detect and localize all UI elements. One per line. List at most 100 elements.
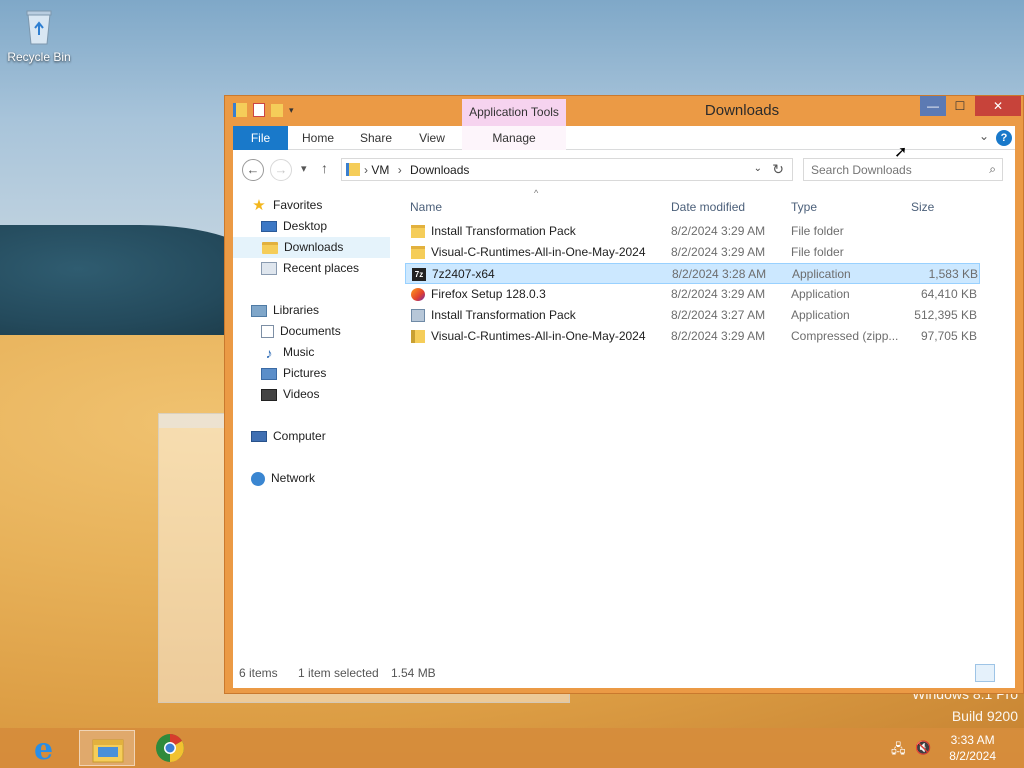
tab-manage[interactable]: Manage bbox=[462, 126, 566, 150]
desktop-hill bbox=[0, 225, 260, 335]
expand-ribbon-icon[interactable]: ⌄ bbox=[979, 129, 989, 143]
sidebar-item-label: Recent places bbox=[283, 261, 360, 275]
zip-icon bbox=[411, 330, 425, 343]
back-button[interactable]: ← bbox=[242, 159, 264, 181]
column-header-size[interactable]: Size bbox=[911, 200, 934, 220]
sort-ascending-icon: ^ bbox=[534, 188, 539, 198]
close-button[interactable]: ✕ bbox=[975, 96, 1021, 116]
file-type: Compressed (zipp... bbox=[791, 329, 899, 343]
up-button[interactable]: ↑ bbox=[321, 160, 328, 176]
sidebar-item-label: Desktop bbox=[283, 219, 328, 233]
star-icon: ★ bbox=[252, 196, 266, 214]
sidebar-item-label: Documents bbox=[280, 324, 341, 338]
sidebar-item-network[interactable]: Network bbox=[251, 468, 315, 489]
file-row-selected[interactable]: 7z 7z2407-x64 8/2/2024 3:28 AM Applicati… bbox=[405, 263, 980, 284]
file-row[interactable]: Install Transformation Pack 8/2/2024 3:2… bbox=[405, 305, 980, 326]
file-type: Application bbox=[792, 267, 851, 281]
file-name: 7z2407-x64 bbox=[432, 267, 495, 281]
file-type: Application bbox=[791, 287, 850, 301]
forward-button[interactable]: → bbox=[270, 159, 292, 181]
selection-count: 1 item selected bbox=[298, 666, 379, 680]
tab-file[interactable]: File bbox=[233, 126, 288, 150]
file-type: File folder bbox=[791, 245, 844, 259]
file-size: 97,705 KB bbox=[920, 329, 977, 343]
refresh-icon[interactable]: ↻ bbox=[772, 161, 784, 178]
location-icon bbox=[346, 163, 360, 176]
sidebar-item-downloads[interactable]: Downloads bbox=[233, 237, 390, 258]
mouse-cursor-icon: ➚ bbox=[894, 144, 908, 161]
large-icons-view-icon[interactable] bbox=[995, 664, 1015, 682]
file-row[interactable]: Visual-C-Runtimes-All-in-One-May-2024 8/… bbox=[405, 242, 980, 263]
chrome-icon[interactable] bbox=[142, 730, 198, 766]
sidebar-item-music[interactable]: ♪ Music bbox=[261, 342, 315, 363]
file-explorer-icon[interactable] bbox=[79, 730, 135, 766]
sidebar-favorites-label: Favorites bbox=[273, 198, 323, 212]
file-row[interactable]: Visual-C-Runtimes-All-in-One-May-2024 8/… bbox=[405, 326, 980, 347]
tab-view[interactable]: View bbox=[407, 126, 457, 150]
file-name: Visual-C-Runtimes-All-in-One-May-2024 bbox=[431, 329, 646, 343]
libraries-icon bbox=[251, 304, 267, 317]
sidebar-item-label: Downloads bbox=[284, 240, 344, 254]
file-row[interactable]: Firefox Setup 128.0.3 8/2/2024 3:29 AM A… bbox=[405, 284, 980, 305]
recent-places-icon bbox=[261, 262, 277, 275]
recent-locations-icon[interactable]: ▾ bbox=[301, 162, 307, 175]
column-label: Name bbox=[410, 200, 443, 214]
tab-share[interactable]: Share bbox=[351, 126, 401, 150]
sidebar-item-label: Network bbox=[271, 471, 316, 485]
explorer-content: ★ Favorites Desktop Downloads Recent pla… bbox=[233, 188, 1015, 688]
column-header-date[interactable]: Date modified bbox=[671, 200, 745, 220]
details-view-icon[interactable] bbox=[975, 664, 995, 682]
recycle-bin[interactable]: Recycle Bin bbox=[6, 6, 72, 64]
sidebar-item-label: Music bbox=[283, 345, 315, 359]
clock-date: 8/2/2024 bbox=[949, 749, 996, 763]
breadcrumb: › VM › Downloads bbox=[364, 163, 470, 177]
clock[interactable]: 3:33 AM 8/2/2024 bbox=[949, 732, 996, 764]
tab-home[interactable]: Home bbox=[293, 126, 343, 150]
sidebar-item-label: Pictures bbox=[283, 366, 327, 380]
sidebar-item-desktop[interactable]: Desktop bbox=[261, 216, 327, 237]
status-bar: 6 items 1 item selected 1.54 MB bbox=[233, 658, 1015, 688]
7zip-icon: 7z bbox=[412, 268, 426, 281]
file-date: 8/2/2024 3:27 AM bbox=[671, 308, 766, 322]
maximize-button[interactable]: ☐ bbox=[947, 96, 973, 116]
recycle-bin-label: Recycle Bin bbox=[7, 50, 71, 64]
network-tray-icon[interactable]: 🖧 bbox=[891, 740, 906, 762]
sidebar-item-recent-places[interactable]: Recent places bbox=[261, 258, 359, 279]
file-row[interactable]: Install Transformation Pack 8/2/2024 3:2… bbox=[405, 221, 980, 242]
file-size: 512,395 KB bbox=[914, 308, 977, 322]
search-input[interactable] bbox=[804, 159, 974, 180]
file-name: Install Transformation Pack bbox=[431, 224, 576, 238]
column-header-type[interactable]: Type bbox=[791, 200, 817, 220]
music-icon: ♪ bbox=[265, 344, 273, 361]
firefox-icon bbox=[411, 288, 425, 301]
sidebar-favorites[interactable]: ★ Favorites bbox=[251, 195, 322, 216]
breadcrumb-vm[interactable]: VM bbox=[371, 163, 389, 177]
column-header-name[interactable]: Name ^ bbox=[410, 188, 538, 220]
sidebar-item-videos[interactable]: Videos bbox=[261, 384, 319, 405]
sidebar-libraries[interactable]: Libraries bbox=[251, 300, 319, 321]
search-icon: ⌕ bbox=[989, 162, 996, 176]
address-bar[interactable]: › VM › Downloads ⌄ ↻ bbox=[341, 158, 793, 181]
computer-icon bbox=[251, 431, 267, 442]
sidebar-item-pictures[interactable]: Pictures bbox=[261, 363, 326, 384]
address-dropdown-icon[interactable]: ⌄ bbox=[754, 163, 762, 174]
sidebar-libraries-label: Libraries bbox=[273, 303, 320, 317]
file-date: 8/2/2024 3:28 AM bbox=[672, 267, 767, 281]
watermark-build: Build 9200 bbox=[951, 708, 1018, 724]
sidebar-item-computer[interactable]: Computer bbox=[251, 426, 326, 447]
navigation-pane: ★ Favorites Desktop Downloads Recent pla… bbox=[233, 188, 401, 658]
breadcrumb-downloads[interactable]: Downloads bbox=[410, 163, 469, 177]
file-size: 1,583 KB bbox=[928, 267, 978, 281]
internet-explorer-icon[interactable]: e bbox=[18, 730, 74, 767]
help-icon[interactable]: ? bbox=[996, 130, 1012, 146]
file-date: 8/2/2024 3:29 AM bbox=[671, 224, 766, 238]
downloads-icon bbox=[262, 241, 278, 254]
volume-muted-icon[interactable]: 🔇 bbox=[915, 740, 931, 756]
file-name: Visual-C-Runtimes-All-in-One-May-2024 bbox=[431, 245, 646, 259]
folder-icon bbox=[411, 246, 425, 259]
title-bar[interactable]: ▾ Application Tools Downloads — ☐ ✕ bbox=[225, 96, 1023, 127]
minimize-button[interactable]: — bbox=[920, 96, 946, 116]
sidebar-item-documents[interactable]: Documents bbox=[261, 321, 341, 342]
recycle-bin-icon bbox=[24, 6, 54, 46]
documents-icon bbox=[261, 325, 274, 338]
